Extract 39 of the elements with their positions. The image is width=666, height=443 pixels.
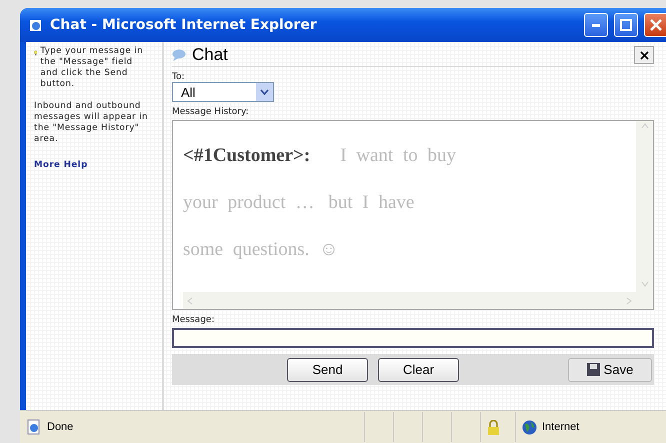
chevron-right-icon: [626, 296, 632, 304]
message-text: but I have: [328, 192, 414, 214]
speech-bubble-icon: [172, 49, 186, 61]
message-input[interactable]: [172, 328, 654, 348]
chevron-up-icon: [640, 123, 648, 129]
chevron-down-icon: [640, 281, 648, 287]
chevron-down-icon: [260, 89, 269, 95]
clear-button[interactable]: Clear: [378, 358, 459, 382]
send-button[interactable]: Send: [287, 358, 368, 382]
close-icon: [650, 19, 662, 31]
minimize-button[interactable]: [584, 13, 608, 37]
maximize-button[interactable]: [614, 13, 638, 37]
help-text: Type your message in the "Message" field and click the Send button.: [40, 46, 144, 90]
zone-text: Internet: [542, 421, 580, 433]
history-label: Message History:: [172, 107, 250, 117]
message-label: Message:: [172, 315, 216, 325]
close-icon: [640, 50, 648, 60]
browser-icon: [28, 17, 44, 33]
message-text: I want to buy: [340, 145, 456, 167]
page-icon: [26, 419, 42, 435]
help-text: Inbound and outbound messages will appear in the "Message History" area.: [34, 101, 149, 145]
status-text: Done: [47, 421, 74, 433]
window-title: Chat - Microsoft Internet Explorer: [50, 17, 318, 33]
more-help-link[interactable]: More Help: [34, 160, 150, 171]
horizontal-scrollbar[interactable]: [183, 292, 636, 309]
globe-icon: [522, 420, 537, 434]
vertical-scrollbar[interactable]: [636, 121, 653, 309]
minimize-icon: [592, 24, 600, 26]
to-label: To:: [172, 72, 186, 82]
message-text: some questions. ☺: [183, 239, 339, 261]
message-text: your product …: [183, 192, 314, 214]
close-button[interactable]: [634, 46, 654, 64]
recipient-dropdown[interactable]: All: [172, 82, 274, 102]
panel-title: Chat: [192, 45, 229, 65]
chevron-left-icon: [187, 296, 193, 304]
lock-icon: [487, 420, 500, 434]
maximize-icon: [620, 19, 632, 31]
sender-name: <#1Customer>:: [183, 145, 310, 167]
save-button[interactable]: Save: [568, 358, 652, 382]
